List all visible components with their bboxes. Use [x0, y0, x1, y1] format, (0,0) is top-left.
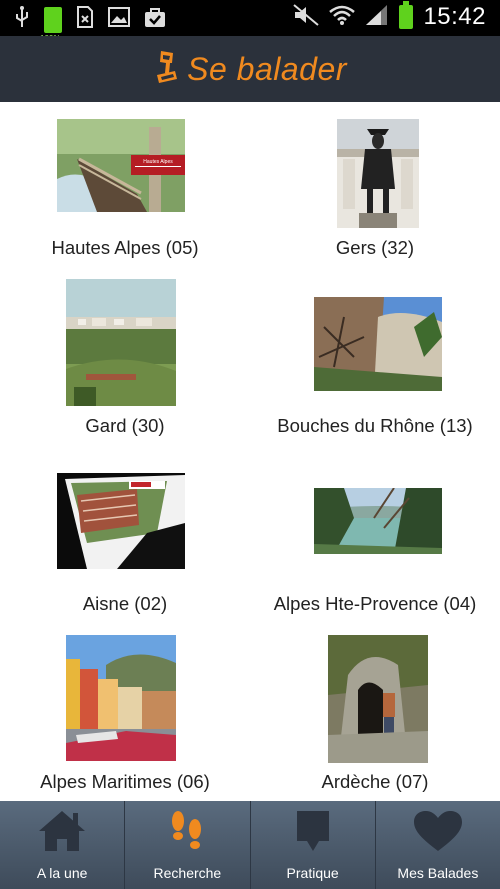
nav-mes-balades[interactable]: Mes Balades [376, 801, 500, 889]
footprints-icon [167, 809, 207, 853]
shopping-bag-icon [144, 6, 166, 33]
region-thumbnail [66, 635, 176, 761]
page-title: Se balader [187, 50, 347, 87]
battery-icon [399, 1, 414, 29]
gallery-icon [108, 7, 130, 32]
status-bar: 100% 15:42 [0, 0, 500, 43]
region-label: Aisne (02) [82, 593, 168, 614]
region-label: Ardèche (07) [321, 771, 429, 792]
speech-bubble-icon [293, 809, 333, 853]
region-thumbnail [314, 488, 442, 554]
usb-icon [14, 6, 30, 33]
region-thumbnail [57, 473, 185, 569]
battery-full-icon: 100% [40, 6, 62, 43]
region-thumbnail [314, 297, 442, 391]
region-tile-alpes-maritimes[interactable]: Alpes Maritimes (06) [0, 635, 250, 800]
region-grid: Hautes Alpes Hautes Alpes (05) Gers (32) [0, 103, 500, 800]
nav-label: A la une [36, 865, 88, 881]
region-tile-hautes-alpes[interactable]: Hautes Alpes Hautes Alpes (05) [0, 103, 250, 281]
nav-pratique[interactable]: Pratique [251, 801, 376, 889]
no-sim-icon [76, 6, 94, 33]
mute-icon [293, 3, 320, 31]
region-thumbnail: Hautes Alpes [57, 119, 185, 212]
region-tile-bouches-du-rhone[interactable]: Bouches du Rhône (13) [250, 281, 500, 459]
nav-label: Recherche [153, 865, 222, 881]
home-icon [37, 809, 87, 853]
svg-text:Hautes Alpes: Hautes Alpes [143, 159, 173, 165]
clock: 15:42 [423, 3, 486, 30]
heart-icon [412, 809, 464, 853]
region-tile-aisne[interactable]: Aisne (02) [0, 459, 250, 637]
region-label: Bouches du Rhône (13) [277, 415, 473, 436]
region-thumbnail [337, 119, 419, 228]
bottom-navigation: A la une Recherche Pratique Mes Balades [0, 801, 500, 889]
signal-icon [365, 4, 389, 31]
walker-logo-icon [153, 49, 179, 90]
wifi-icon [329, 4, 356, 31]
region-thumbnail [66, 279, 176, 406]
region-label: Alpes Hte-Provence (04) [273, 593, 477, 614]
nav-recherche[interactable]: Recherche [125, 801, 251, 889]
app-header: Se balader [0, 36, 500, 102]
nav-label: Pratique [286, 865, 339, 881]
region-tile-gers[interactable]: Gers (32) [250, 103, 500, 281]
region-label: Alpes Maritimes (06) [40, 771, 210, 792]
region-label: Gard (30) [85, 415, 165, 436]
region-label: Gers (32) [335, 237, 415, 258]
region-label: Hautes Alpes (05) [51, 237, 199, 258]
nav-a-la-une[interactable]: A la une [0, 801, 126, 889]
region-tile-ardeche[interactable]: Ardèche (07) [250, 635, 500, 800]
region-tile-alpes-hte-provence[interactable]: Alpes Hte-Provence (04) [250, 459, 500, 637]
nav-label: Mes Balades [397, 865, 479, 881]
region-tile-gard[interactable]: Gard (30) [0, 279, 250, 459]
region-thumbnail [328, 635, 428, 763]
